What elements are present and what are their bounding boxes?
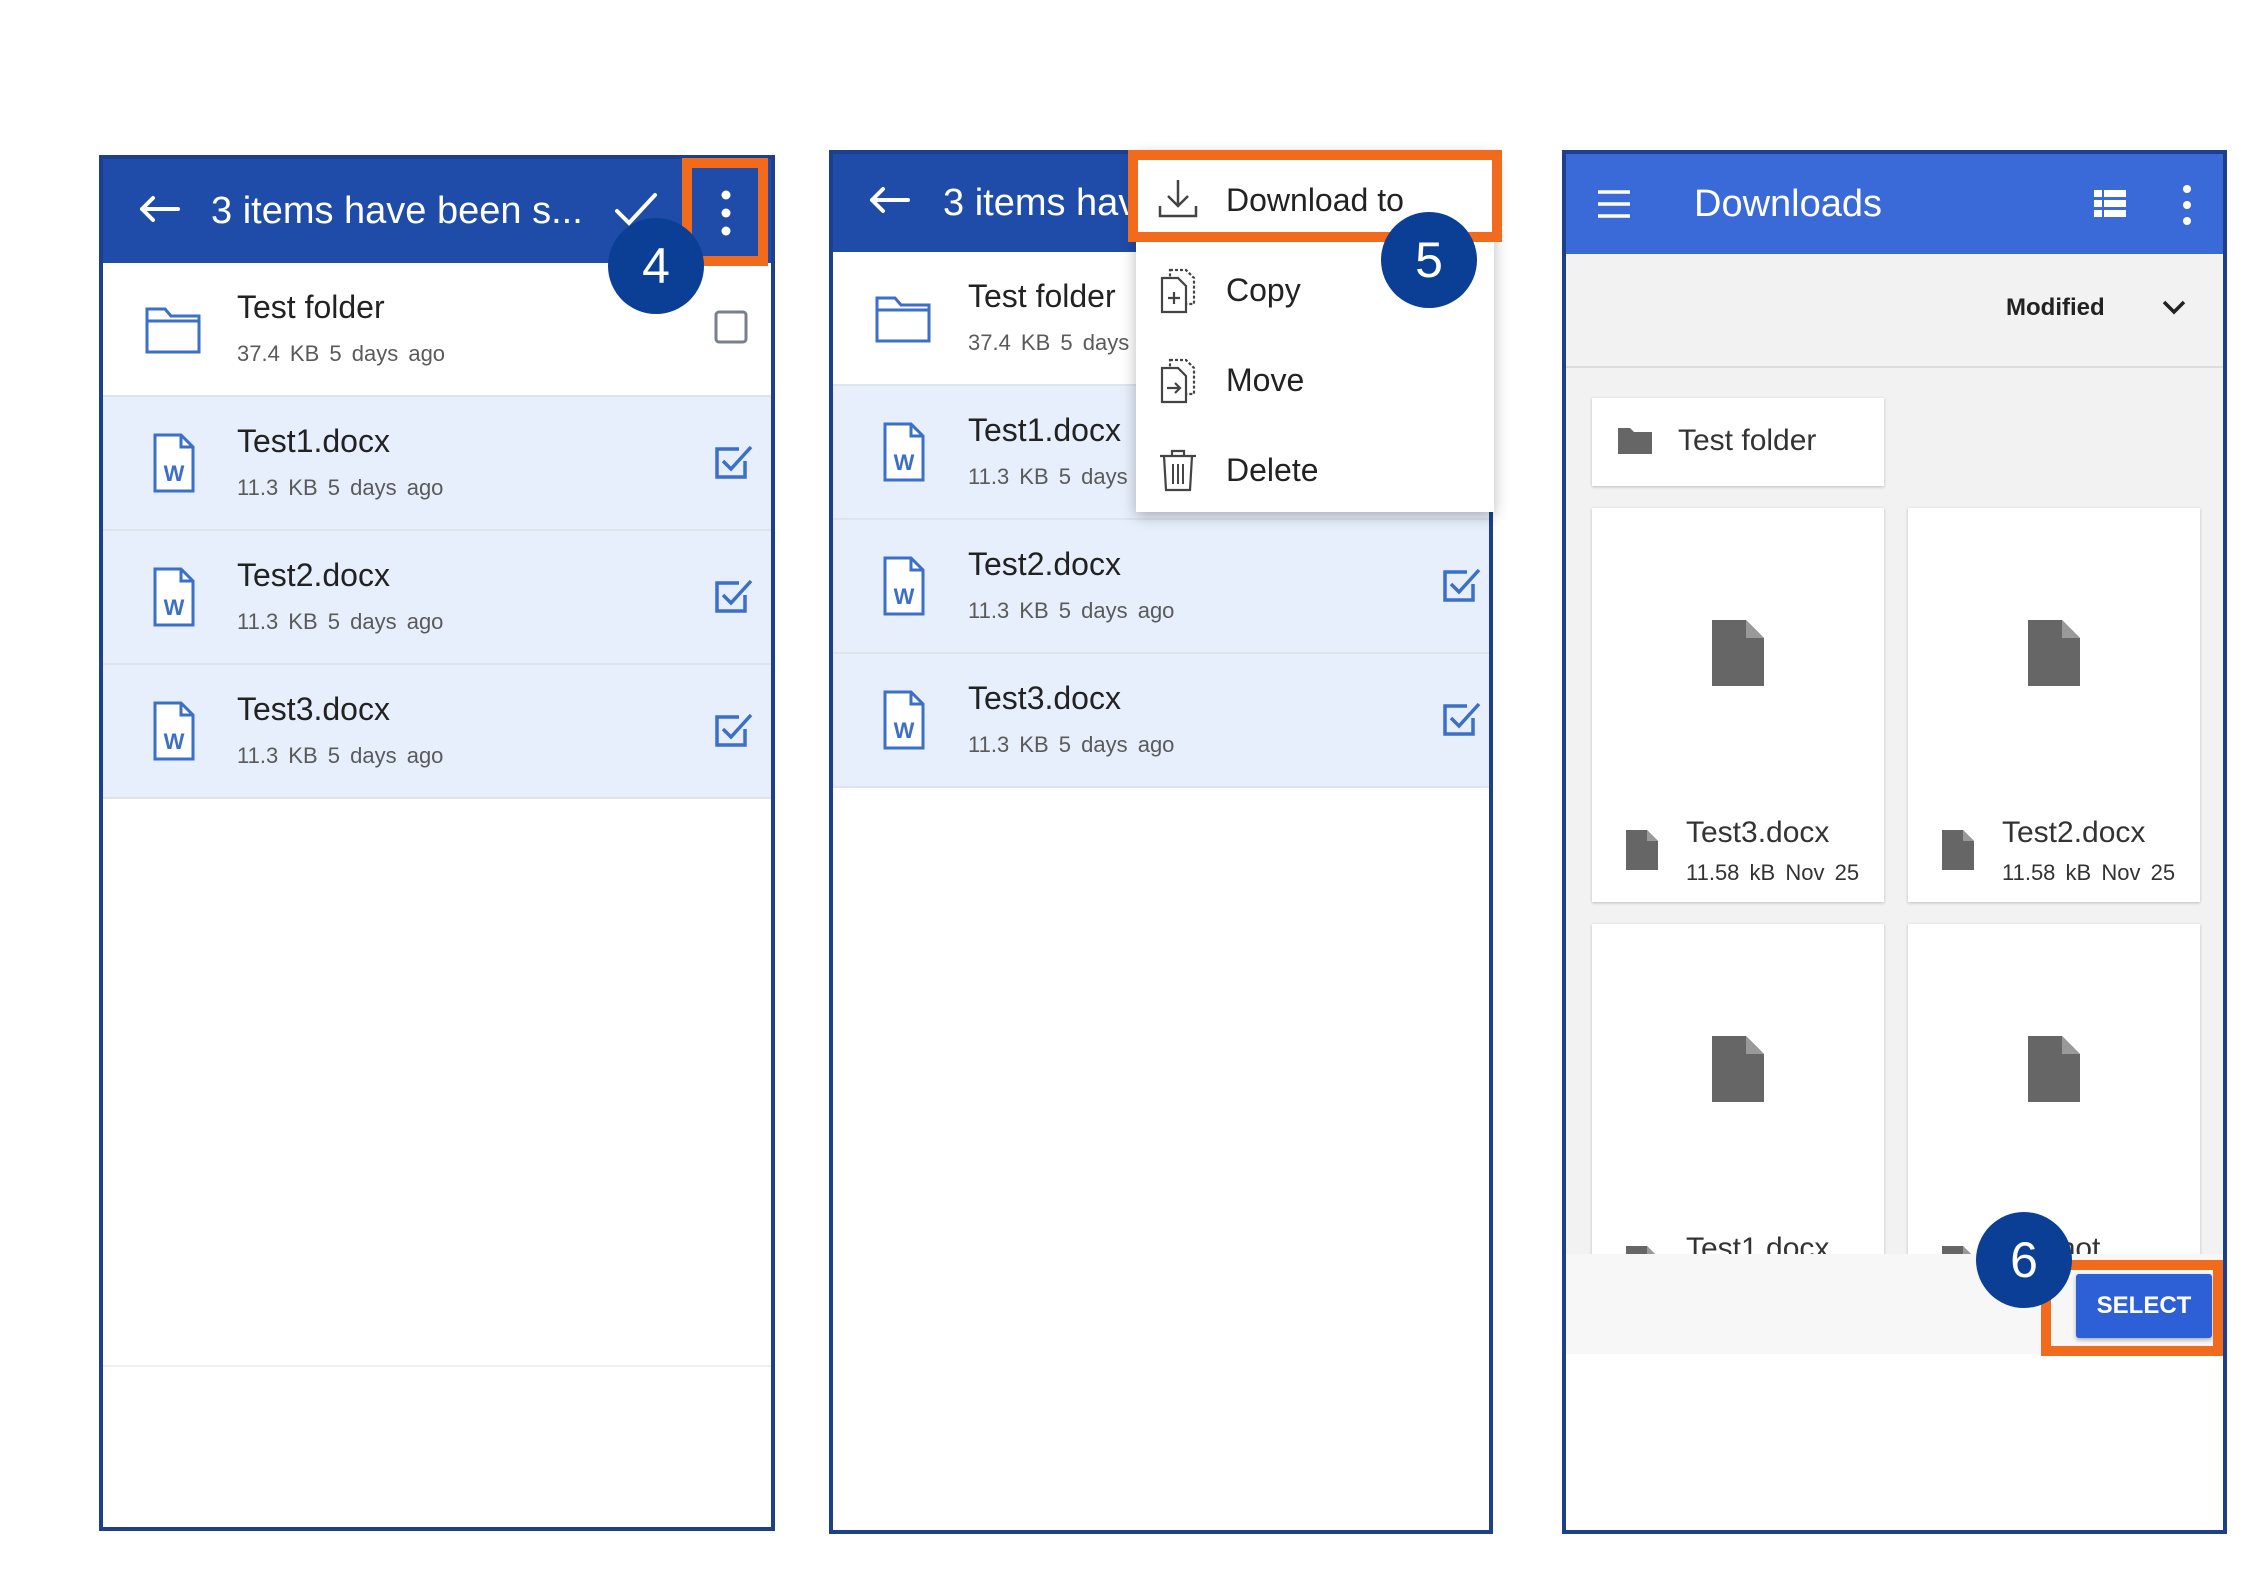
file-card-test2[interactable]: Test2.docx 11.58 kB Nov 25 [1908,508,2200,902]
word-doc-icon: W [871,554,935,618]
item-meta: 11.3 KB 5 days ago [968,598,1175,623]
menu-item-move[interactable]: Move [1136,336,1494,424]
menu-label: Copy [1226,272,1301,308]
checked-checkbox-icon[interactable] [1439,564,1483,608]
file-card-test3[interactable]: Test3.docx 11.58 kB Nov 25 [1592,508,1884,902]
trash-icon [1156,446,1200,494]
item-meta: 11.3 KB 5 days ago [237,743,444,768]
step-badge-5: 5 [1381,212,1477,308]
selection-title: 3 items have been s... [211,190,583,232]
step-badge-4: 4 [608,218,704,314]
item-meta: 11.3 KB 5 days ago [237,609,444,634]
file-name: Test2.docx [2002,816,2146,849]
selection-title: 3 items hav [943,182,1138,224]
checked-checkbox-icon[interactable] [711,441,755,485]
more-options-icon[interactable] [2172,180,2202,230]
folder-icon [141,297,205,361]
item-name: Test2.docx [968,546,1121,582]
downloads-title: Downloads [1694,183,1882,225]
item-name: Test folder [237,289,385,325]
file-meta: 11.58 kB Nov 25 [2002,860,2176,885]
file-icon [2028,620,2080,686]
list-item-test3[interactable]: W Test3.docx 11.3 KB 5 days ago [833,654,1489,788]
file-icon [2028,1036,2080,1102]
back-arrow-icon[interactable] [131,181,187,237]
folder-chip[interactable]: Test folder [1592,398,1884,486]
list-item-test2[interactable]: W Test2.docx 11.3 KB 5 days ago [103,531,771,665]
list-view-icon[interactable] [2090,184,2130,224]
app-bar: Downloads [1566,154,2223,254]
bottom-divider [103,1365,771,1367]
word-doc-icon: W [141,431,205,495]
folder-icon [1616,424,1654,456]
menu-item-delete[interactable]: Delete [1136,426,1494,514]
item-name: Test1.docx [237,423,390,459]
word-doc-icon: W [141,565,205,629]
copy-icon [1156,266,1200,314]
item-meta: 37.4 KB 5 days ago [237,341,446,366]
sort-label: Modified [2006,294,2105,321]
back-arrow-icon[interactable] [861,172,917,228]
word-doc-icon: W [141,699,205,763]
item-meta: 11.3 KB 5 days a [968,464,1150,489]
svg-text:W: W [164,729,185,754]
svg-text:W: W [164,461,185,486]
menu-label: Delete [1226,452,1319,488]
checked-checkbox-icon[interactable] [1439,698,1483,742]
item-meta: 11.3 KB 5 days ago [968,732,1175,757]
item-name: Test3.docx [237,691,390,727]
list-item-test3[interactable]: W Test3.docx 11.3 KB 5 days ago [103,665,771,799]
word-doc-icon: W [871,420,935,484]
checked-checkbox-icon[interactable] [711,575,755,619]
item-name: Test1.docx [968,412,1121,448]
file-name: Test3.docx [1686,816,1830,849]
file-icon [1712,620,1764,686]
item-name: Test folder [968,278,1116,314]
file-meta: 11.58 kB Nov 25 [1686,860,1860,885]
word-doc-icon: W [871,688,935,752]
item-name: Test3.docx [968,680,1121,716]
folder-icon [871,286,935,350]
file-icon [1942,830,1974,870]
unchecked-checkbox-icon[interactable] [711,307,755,351]
item-meta: 37.4 KB 5 days a [968,330,1152,355]
list-item-test2[interactable]: W Test2.docx 11.3 KB 5 days ago [833,520,1489,654]
folder-name: Test folder [1678,424,1817,457]
step-badge-6: 6 [1976,1212,2072,1308]
move-icon [1156,356,1200,404]
svg-text:W: W [894,718,915,743]
svg-text:W: W [894,584,915,609]
checked-checkbox-icon[interactable] [711,709,755,753]
menu-label: Move [1226,362,1305,398]
file-icon [1712,1036,1764,1102]
item-name: Test2.docx [237,557,390,593]
item-meta: 11.3 KB 5 days ago [237,475,444,500]
file-icon [1626,830,1658,870]
panel-selection-step-4: 3 items have been s... Test folder 37.4 … [99,155,775,1531]
content-area: Modified Test folder Test3.docx 11.58 kB… [1566,254,2223,1354]
list-item-test1[interactable]: W Test1.docx 11.3 KB 5 days ago [103,397,771,531]
svg-text:W: W [164,595,185,620]
hamburger-menu-icon[interactable] [1594,186,1634,222]
sort-bar[interactable]: Modified [1566,254,2223,368]
chevron-down-icon[interactable] [2160,296,2188,318]
svg-text:W: W [894,450,915,475]
